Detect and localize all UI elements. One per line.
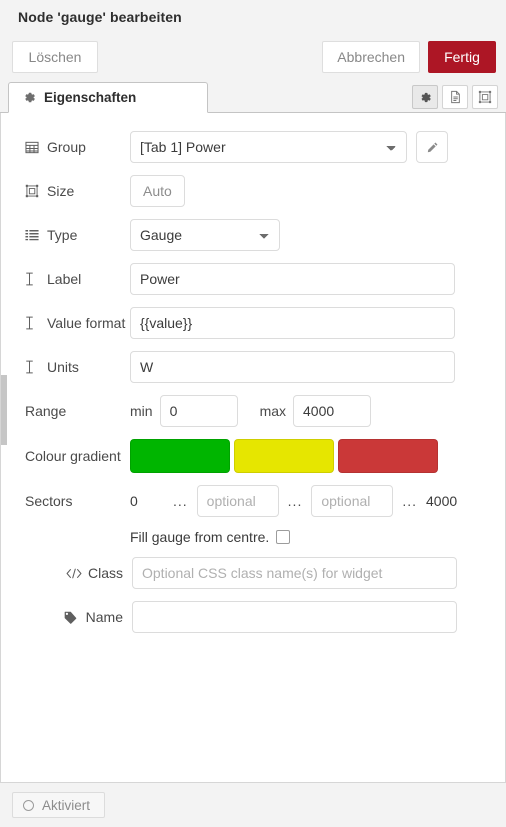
gear-icon: [23, 91, 36, 104]
type-label: Type: [25, 227, 130, 243]
label-field-label: Label: [25, 271, 130, 287]
gear-icon-button[interactable]: [412, 85, 438, 109]
sectors-optional-1-input[interactable]: [196, 485, 279, 517]
form-row-label: Label: [1, 263, 505, 295]
form-row-group: Group [Tab 1] Power: [1, 131, 505, 163]
list-icon: [25, 229, 41, 241]
value-format-label: Value format: [25, 315, 130, 331]
units-label-text: Units: [47, 359, 79, 375]
colour-swatch-group: [130, 439, 438, 473]
description-icon-button[interactable]: [442, 85, 468, 109]
delete-button[interactable]: Löschen: [12, 41, 98, 73]
type-label-text: Type: [47, 227, 78, 243]
done-button[interactable]: Fertig: [428, 41, 496, 73]
tag-icon: [64, 611, 80, 624]
sectors-controls: 0 ... ... ... 4000: [130, 485, 457, 517]
form-row-sectors: Sectors 0 ... ... ... 4000: [1, 485, 505, 517]
sectors-separator-1: ...: [173, 493, 188, 509]
name-input[interactable]: [132, 601, 457, 633]
fill-from-centre-control: Fill gauge from centre.: [130, 529, 291, 545]
appearance-icon-button[interactable]: [472, 85, 498, 109]
class-input[interactable]: [132, 557, 457, 589]
node-edit-dialog: Node 'gauge' bearbeiten Löschen Abbreche…: [0, 0, 506, 827]
form-row-units: Units: [1, 351, 505, 383]
range-max-label: max: [259, 403, 287, 419]
cancel-button[interactable]: Abbrechen: [322, 41, 420, 73]
sectors-optional-2-input[interactable]: [311, 485, 394, 517]
editor-tool-buttons: [412, 85, 506, 112]
size-auto-button[interactable]: Auto: [130, 175, 185, 207]
pencil-icon-button[interactable]: [416, 131, 448, 163]
fill-from-centre-checkbox[interactable]: [276, 530, 291, 544]
name-label-text: Name: [85, 609, 123, 625]
name-label: Name: [25, 609, 132, 625]
table-icon: [25, 141, 41, 154]
sectors-separator-2: ...: [287, 493, 303, 509]
sectors-start-value: 0: [130, 493, 138, 509]
editor-tabbar: Eigenschaften: [0, 81, 506, 113]
dialog-action-bar: Löschen Abbrechen Fertig: [0, 33, 506, 81]
class-label-text: Class: [87, 565, 123, 581]
value-format-input[interactable]: [130, 307, 455, 339]
code-icon: [66, 568, 82, 579]
sectors-label: Sectors: [25, 493, 130, 509]
type-select[interactable]: Gauge: [130, 219, 280, 251]
sectors-label-text: Sectors: [25, 493, 73, 509]
size-label: Size: [25, 183, 130, 199]
dialog-titlebar: Node 'gauge' bearbeiten: [0, 0, 506, 33]
colour-gradient-label-text: Colour gradient: [25, 448, 121, 464]
gauge-properties-form: Group [Tab 1] Power Size Auto Type Gauge…: [1, 113, 505, 633]
dialog-title: Node 'gauge' bearbeiten: [18, 8, 182, 25]
fill-from-centre-label: Fill gauge from centre.: [130, 529, 270, 545]
label-input[interactable]: [130, 263, 455, 295]
panel-scrollbar[interactable]: [1, 113, 8, 782]
form-row-size: Size Auto: [1, 175, 505, 207]
group-label-text: Group: [47, 139, 86, 155]
range-min-input[interactable]: [159, 395, 238, 427]
range-label: Range: [25, 403, 130, 419]
dialog-footer: Aktiviert: [0, 782, 506, 827]
dialog-confirm-group: Abbrechen Fertig: [322, 41, 496, 73]
sectors-separator-3: ...: [402, 493, 418, 509]
class-label: Class: [25, 565, 132, 581]
group-select[interactable]: [Tab 1] Power: [130, 131, 407, 163]
form-row-class: Class: [1, 557, 505, 589]
range-label-text: Range: [25, 403, 67, 419]
text-cursor-icon: [25, 360, 41, 374]
form-row-colour-gradient: Colour gradient: [1, 439, 505, 473]
group-label: Group: [25, 139, 130, 155]
range-min-label: min: [130, 403, 153, 419]
text-cursor-icon: [25, 272, 41, 286]
resize-icon: [25, 184, 41, 198]
form-row-name: Name: [1, 601, 505, 633]
panel-scrollbar-thumb[interactable]: [1, 375, 7, 445]
text-cursor-icon: [25, 316, 41, 330]
colour-gradient-label: Colour gradient: [25, 448, 130, 464]
enabled-toggle-button[interactable]: Aktiviert: [12, 792, 106, 818]
range-max-input[interactable]: [293, 395, 372, 427]
value-format-label-text: Value format: [47, 315, 126, 331]
enabled-toggle-label: Aktiviert: [42, 797, 91, 813]
form-row-fill-from-centre: Fill gauge from centre.: [1, 529, 505, 545]
colour-swatch-3[interactable]: [338, 439, 438, 473]
units-input[interactable]: [130, 351, 455, 383]
units-label: Units: [25, 359, 130, 375]
size-label-text: Size: [47, 183, 75, 199]
tab-properties-label: Eigenschaften: [44, 90, 137, 105]
tab-properties[interactable]: Eigenschaften: [8, 82, 208, 113]
properties-panel: Group [Tab 1] Power Size Auto Type Gauge…: [0, 113, 506, 782]
form-row-range: Range min max: [1, 395, 505, 427]
sectors-end-value: 4000: [426, 493, 458, 509]
label-field-label-text: Label: [47, 271, 82, 287]
circle-icon: [23, 799, 34, 811]
colour-swatch-1[interactable]: [130, 439, 230, 473]
colour-swatch-2[interactable]: [234, 439, 334, 473]
form-row-value-format: Value format: [1, 307, 505, 339]
form-row-type: Type Gauge: [1, 219, 505, 251]
